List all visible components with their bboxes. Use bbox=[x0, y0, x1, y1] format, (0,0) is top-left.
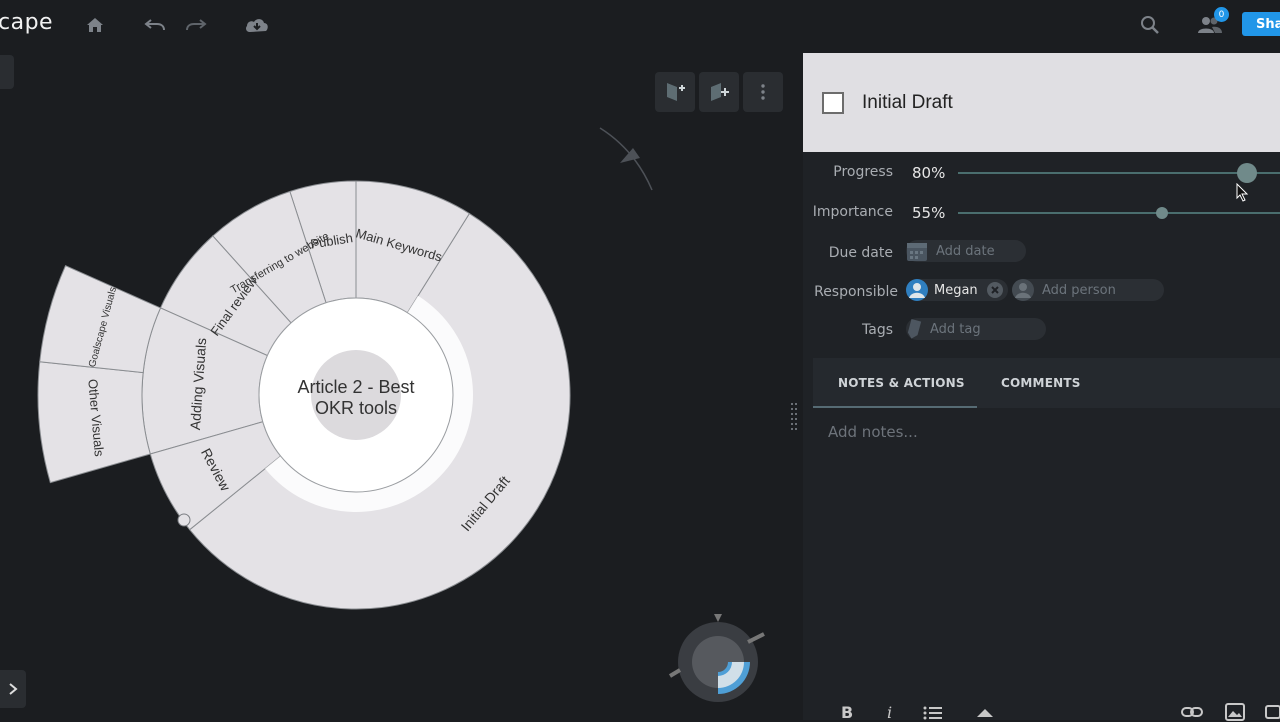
bold-button[interactable]: B bbox=[841, 703, 853, 722]
complete-checkbox[interactable] bbox=[822, 92, 844, 114]
list-icon[interactable] bbox=[923, 705, 943, 721]
add-date-chip[interactable]: Add date bbox=[906, 240, 1026, 262]
resize-handle[interactable] bbox=[177, 513, 191, 527]
link-icon[interactable] bbox=[1181, 705, 1203, 719]
importance-slider-thumb[interactable] bbox=[1155, 207, 1168, 219]
tab-notes-actions[interactable]: NOTES & ACTIONS bbox=[838, 358, 965, 408]
panel-header: Initial Draft bbox=[803, 53, 1280, 152]
importance-value[interactable]: 55% bbox=[912, 204, 945, 222]
mouse-cursor-icon bbox=[1236, 183, 1249, 202]
add-tag-placeholder: Add tag bbox=[930, 321, 981, 337]
add-person-chip[interactable]: Add person bbox=[1012, 279, 1164, 301]
add-tag-chip[interactable]: Add tag bbox=[906, 318, 1046, 340]
responsible-label: Responsible bbox=[814, 284, 898, 300]
tags-label: Tags bbox=[862, 322, 893, 338]
center-title-line: Article 2 - Best bbox=[297, 377, 414, 397]
panel-tabs: NOTES & ACTIONS COMMENTS bbox=[813, 358, 1280, 408]
progress-slider-thumb[interactable] bbox=[1236, 163, 1257, 183]
goal-title[interactable]: Initial Draft bbox=[862, 92, 953, 114]
panel-resize-handle[interactable] bbox=[791, 403, 797, 433]
people-count-badge: 0 bbox=[1214, 7, 1229, 22]
goal-wheel[interactable]: Article 2 - BestOKR toolsInitial DraftMa… bbox=[37, 180, 571, 610]
notes-input[interactable]: Add notes... bbox=[828, 423, 918, 441]
add-date-placeholder: Add date bbox=[936, 243, 995, 259]
search-icon[interactable] bbox=[1137, 12, 1163, 38]
due-date-label: Due date bbox=[828, 245, 893, 261]
calendar-icon bbox=[907, 243, 927, 261]
share-button[interactable]: Sha bbox=[1242, 12, 1280, 36]
importance-slider[interactable] bbox=[958, 212, 1280, 214]
tab-comments[interactable]: COMMENTS bbox=[1001, 358, 1081, 408]
importance-label: Importance bbox=[812, 204, 893, 220]
person-placeholder-icon bbox=[1012, 279, 1034, 301]
embed-icon[interactable] bbox=[1265, 705, 1280, 719]
image-icon[interactable] bbox=[1225, 703, 1245, 721]
goal-map[interactable]: Article 2 - BestOKR toolsInitial DraftMa… bbox=[0, 0, 800, 720]
overview-minimap[interactable] bbox=[668, 614, 765, 702]
map-arc-marker bbox=[620, 148, 640, 163]
active-tab-indicator bbox=[813, 406, 977, 408]
remove-person-icon[interactable] bbox=[986, 282, 1003, 298]
tag-icon bbox=[907, 319, 922, 339]
center-title-line: OKR tools bbox=[315, 398, 397, 418]
add-person-placeholder: Add person bbox=[1042, 282, 1116, 298]
person-name: Megan bbox=[934, 282, 978, 298]
goal-properties-panel: Initial Draft Progress 80% Importance 55… bbox=[803, 53, 1280, 722]
progress-value[interactable]: 80% bbox=[912, 164, 945, 182]
person-chip[interactable]: Megan bbox=[906, 279, 1008, 301]
triangle-icon[interactable] bbox=[976, 707, 994, 719]
progress-label: Progress bbox=[833, 164, 893, 180]
avatar bbox=[906, 279, 928, 301]
italic-button[interactable]: i bbox=[887, 703, 892, 722]
progress-slider[interactable] bbox=[958, 172, 1280, 174]
